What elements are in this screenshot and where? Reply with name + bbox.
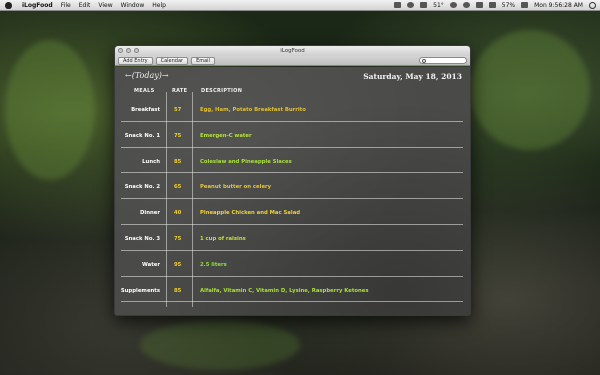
day-navigation: ←(Today)→	[125, 71, 169, 80]
meal-name: Snack No. 3	[124, 235, 160, 242]
background-foliage	[140, 320, 300, 370]
email-button[interactable]: Email	[191, 56, 215, 65]
battery-readout[interactable]: 57%	[502, 2, 515, 9]
table-row[interactable]: Supplements 85 Alfalfa, Vitamin C, Vitamin…	[121, 277, 463, 303]
column-header-description: DESCRIPTION	[201, 88, 243, 94]
status-icon[interactable]	[394, 2, 402, 8]
meal-rate: 57	[174, 107, 182, 113]
meal-name: Lunch	[142, 158, 160, 165]
meal-rows: Breakfast 57 Egg, Ham, Potato Breakfast Bu…	[121, 96, 463, 303]
food-log: ←(Today)→ Saturday, May 18, 2013 MEALS R…	[115, 67, 470, 315]
meal-description[interactable]: 2.5 liters	[200, 262, 227, 268]
meal-rate: 85	[174, 158, 182, 165]
search-input[interactable]	[419, 57, 467, 64]
meal-rate: 75	[174, 235, 182, 242]
table-row[interactable]: Lunch 85 Coleslaw and Pineapple Slaces	[121, 148, 463, 174]
add-entry-button[interactable]: Add Entry	[118, 56, 153, 65]
flag-icon[interactable]	[521, 2, 529, 8]
table-row[interactable]: Snack No. 2 65 Peanut butter on celery	[121, 173, 463, 200]
meal-rate: 65	[174, 184, 182, 191]
meal-name: Breakfast	[131, 107, 160, 113]
next-day-arrow-icon[interactable]: →	[162, 71, 169, 80]
meal-name: Snack No. 1	[124, 132, 160, 139]
minimize-button[interactable]	[126, 48, 131, 53]
table-row[interactable]: Breakfast 57 Egg, Ham, Potato Breakfast Bu…	[121, 96, 463, 122]
window-controls	[118, 48, 139, 53]
meal-description[interactable]: Egg, Ham, Potato Breakfast Burrito	[200, 107, 306, 113]
title-bar[interactable]: iLogFood	[115, 46, 470, 56]
zoom-button[interactable]	[134, 48, 139, 53]
menu-app-name[interactable]: iLogFood	[18, 2, 57, 9]
table-row[interactable]: Snack No. 1 75 Emergen-C water	[121, 122, 463, 148]
menu-extras: 51° 57% Mon 9:56:28 AM	[394, 1, 600, 9]
log-date: Saturday, May 18, 2013	[363, 72, 462, 81]
menu-view[interactable]: View	[94, 2, 116, 9]
today-link[interactable]: (Today)	[132, 71, 162, 80]
time-machine-icon[interactable]	[449, 2, 457, 8]
menu-file[interactable]: File	[57, 2, 75, 9]
meal-name: Snack No. 2	[124, 184, 160, 191]
clock[interactable]: Mon 9:56:28 AM	[534, 2, 583, 9]
meal-description[interactable]: Peanut butter on celery	[200, 184, 271, 190]
background-foliage	[470, 30, 590, 150]
previous-day-arrow-icon[interactable]: ←	[125, 71, 132, 80]
meal-description[interactable]: Emergen-C water	[200, 133, 252, 139]
status-icon[interactable]	[420, 2, 428, 8]
window-title: iLogFood	[280, 48, 305, 54]
bluetooth-icon[interactable]	[462, 2, 470, 8]
meal-rate: 95	[174, 261, 182, 268]
menu-window[interactable]: Window	[117, 2, 149, 9]
menu-help[interactable]: Help	[148, 2, 170, 9]
meal-name: Dinner	[140, 210, 160, 217]
meal-description[interactable]: Pineapple Chicken and Mac Salad	[200, 210, 300, 216]
background-foliage	[5, 40, 95, 180]
wifi-icon[interactable]	[475, 2, 483, 8]
meal-rate: 40	[174, 210, 182, 217]
menu-edit[interactable]: Edit	[75, 2, 95, 9]
spotlight-icon[interactable]	[589, 1, 596, 9]
meal-description[interactable]: Alfalfa, Vitamin C, Vitamin D, Lysine, R…	[200, 288, 369, 294]
meal-description[interactable]: 1 cup of raisins	[200, 236, 246, 242]
menu-bar: iLogFood File Edit View Window Help 51° …	[0, 0, 600, 11]
close-button[interactable]	[118, 48, 123, 53]
meal-rate: 75	[174, 132, 182, 139]
meal-description[interactable]: Coleslaw and Pineapple Slaces	[200, 159, 292, 165]
table-row[interactable]: Snack No. 3 75 1 cup of raisins	[121, 225, 463, 251]
meal-rate: 85	[174, 287, 182, 294]
meal-name: Supplements	[120, 287, 160, 294]
toolbar: Add Entry Calendar Email	[115, 56, 470, 66]
search-icon	[421, 58, 426, 63]
temperature-readout[interactable]: 51°	[433, 2, 444, 9]
status-icon[interactable]	[407, 2, 415, 8]
meal-name: Water	[142, 261, 160, 268]
calendar-button[interactable]: Calendar	[155, 56, 189, 65]
apple-menu-icon[interactable]	[5, 1, 12, 9]
column-header-rate: RATE	[172, 88, 188, 94]
table-row[interactable]: Water 95 2.5 liters	[121, 251, 463, 277]
app-window: iLogFood Add Entry Calendar Email ←(Toda…	[114, 45, 471, 316]
column-header-meals: MEALS	[134, 88, 155, 94]
volume-icon[interactable]	[488, 2, 496, 8]
table-row[interactable]: Dinner 40 Pineapple Chicken and Mac Salad	[121, 199, 463, 225]
